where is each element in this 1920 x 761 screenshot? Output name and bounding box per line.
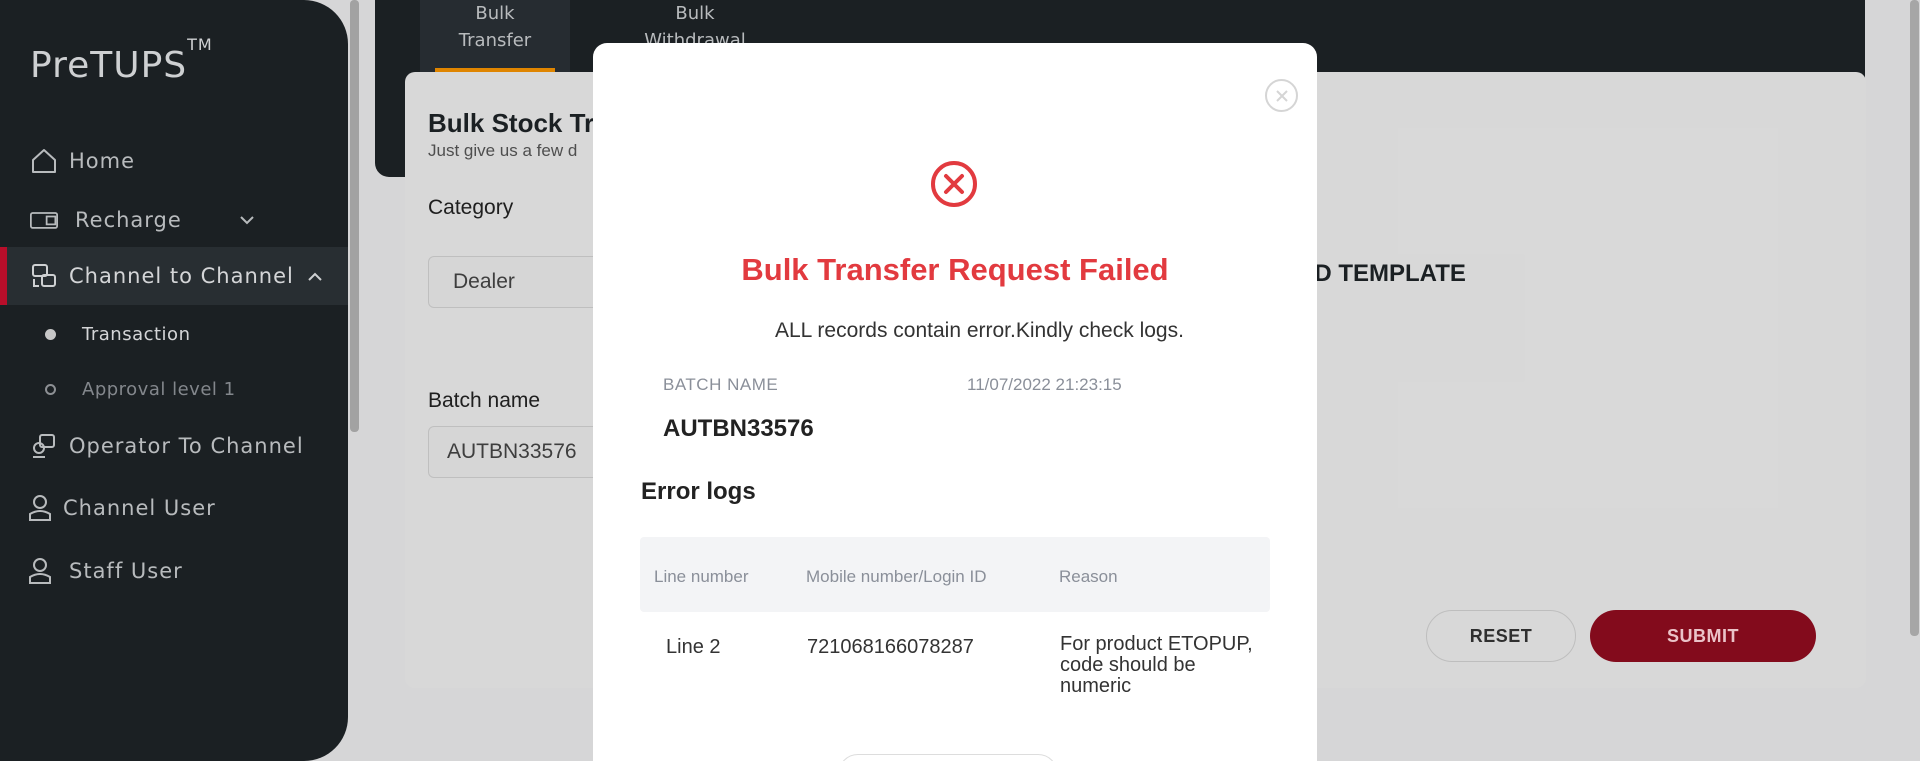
- error-circle-icon: [930, 160, 978, 208]
- column-header-reason: Reason: [1059, 567, 1118, 586]
- cell-mobile-number: 721068166078287: [807, 636, 974, 658]
- batch-name-value: AUTBN33576: [663, 415, 814, 442]
- modal-action-button[interactable]: [838, 754, 1058, 761]
- batch-name-heading: BATCH NAME: [663, 375, 779, 394]
- column-header-line-number: Line number: [654, 567, 749, 586]
- column-header-mobile: Mobile number/Login ID: [806, 567, 987, 586]
- modal-title: Bulk Transfer Request Failed: [741, 252, 1169, 287]
- modal-message: ALL records contain error.Kindly check l…: [775, 319, 1184, 342]
- cell-reason: For product ETOPUP, code should be numer…: [1060, 633, 1253, 697]
- close-modal-button[interactable]: [1265, 79, 1298, 112]
- cell-line-number: Line 2: [666, 636, 721, 658]
- close-icon: [1275, 89, 1288, 102]
- error-logs-title: Error logs: [641, 478, 756, 505]
- batch-datetime: 11/07/2022 21:23:15: [967, 375, 1122, 394]
